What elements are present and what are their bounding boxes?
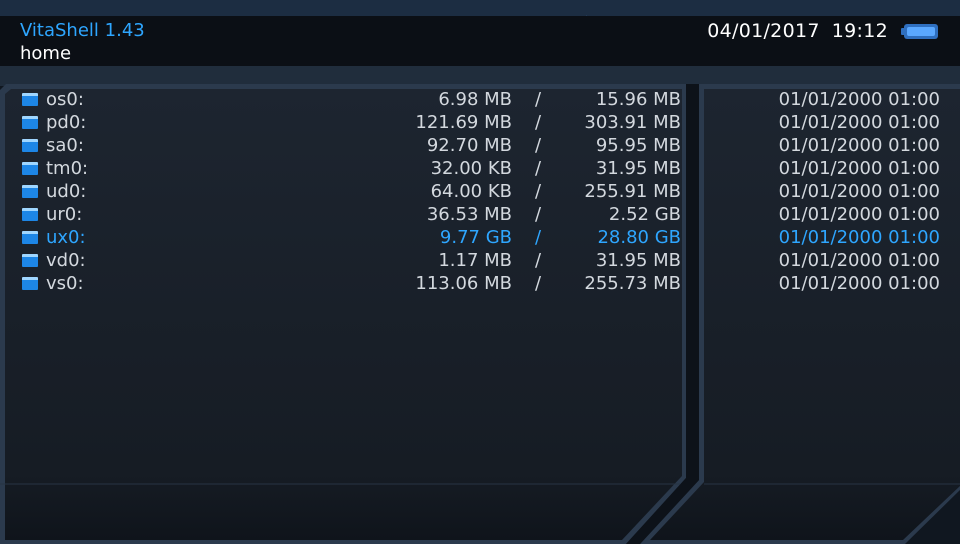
file-row[interactable]: vd0: 1.17 MB / 31.95 MB 01/01/2000 01:00 — [0, 249, 960, 272]
file-date: 01/01/2000 01:00 — [778, 250, 940, 271]
file-name: vs0: — [46, 273, 84, 294]
size-separator: / — [535, 135, 542, 156]
size-separator: / — [535, 158, 542, 179]
file-total-space: 31.95 MB — [595, 158, 681, 179]
file-row[interactable]: tm0: 32.00 KB / 31.95 MB 01/01/2000 01:00 — [0, 157, 960, 180]
size-separator: / — [535, 250, 542, 271]
battery-level — [907, 27, 935, 36]
size-separator: / — [535, 273, 542, 294]
file-free-space: 92.70 MB — [426, 135, 512, 156]
file-total-space: 303.91 MB — [584, 112, 681, 133]
file-free-space: 9.77 GB — [439, 227, 512, 248]
size-separator: / — [535, 204, 542, 225]
folder-icon — [22, 162, 38, 175]
file-total-space: 28.80 GB — [597, 227, 681, 248]
file-row[interactable]: os0: 6.98 MB / 15.96 MB 01/01/2000 01:00 — [0, 88, 960, 111]
file-row[interactable]: ud0: 64.00 KB / 255.91 MB 01/01/2000 01:00 — [0, 180, 960, 203]
file-total-space: 2.52 GB — [608, 204, 681, 225]
file-free-space: 1.17 MB — [438, 250, 512, 271]
file-date: 01/01/2000 01:00 — [778, 273, 940, 294]
app-title: VitaShell 1.43 — [20, 20, 145, 41]
file-name: ux0: — [46, 227, 86, 248]
file-name: ud0: — [46, 181, 87, 202]
file-free-space: 121.69 MB — [415, 112, 512, 133]
file-date: 01/01/2000 01:00 — [778, 181, 940, 202]
folder-icon — [22, 277, 38, 290]
file-name: sa0: — [46, 135, 84, 156]
file-name: pd0: — [46, 112, 87, 133]
folder-icon — [22, 185, 38, 198]
folder-icon — [22, 116, 38, 129]
file-date: 01/01/2000 01:00 — [778, 135, 940, 156]
file-name: tm0: — [46, 158, 89, 179]
status-time: 19:12 — [831, 20, 888, 42]
folder-icon — [22, 254, 38, 267]
file-row[interactable]: vs0: 113.06 MB / 255.73 MB 01/01/2000 01:00 — [0, 272, 960, 295]
current-path: home — [20, 43, 72, 64]
status-clock: 04/01/2017 19:12 — [707, 20, 888, 42]
file-total-space: 31.95 MB — [595, 250, 681, 271]
file-total-space: 255.91 MB — [584, 181, 681, 202]
file-free-space: 64.00 KB — [430, 181, 512, 202]
file-total-space: 15.96 MB — [595, 89, 681, 110]
file-date: 01/01/2000 01:00 — [778, 89, 940, 110]
file-date: 01/01/2000 01:00 — [778, 204, 940, 225]
file-total-space: 255.73 MB — [584, 273, 681, 294]
file-name: ur0: — [46, 204, 83, 225]
file-name: os0: — [46, 89, 84, 110]
size-separator: / — [535, 227, 542, 248]
folder-icon — [22, 93, 38, 106]
file-free-space: 113.06 MB — [415, 273, 512, 294]
file-row[interactable]: pd0: 121.69 MB / 303.91 MB 01/01/2000 01:00 — [0, 111, 960, 134]
file-date: 01/01/2000 01:00 — [778, 227, 940, 248]
folder-icon — [22, 231, 38, 244]
file-free-space: 32.00 KB — [430, 158, 512, 179]
file-free-space: 6.98 MB — [438, 89, 512, 110]
file-list: os0: 6.98 MB/15.96 MB 01/01/2000 01:00 pd0:… — [0, 88, 960, 295]
battery-icon — [901, 24, 938, 39]
size-separator: / — [535, 89, 542, 110]
file-free-space: 36.53 MB — [426, 204, 512, 225]
file-name: vd0: — [46, 250, 86, 271]
file-date: 01/01/2000 01:00 — [778, 158, 940, 179]
size-separator: / — [535, 181, 542, 202]
file-row[interactable]: sa0: 92.70 MB / 95.95 MB 01/01/2000 01:00 — [0, 134, 960, 157]
folder-icon — [22, 139, 38, 152]
folder-icon — [22, 208, 38, 221]
size-separator: / — [535, 112, 542, 133]
file-row[interactable]: ux0: 9.77 GB / 28.80 GB 01/01/2000 01:00 — [0, 226, 960, 249]
status-date: 04/01/2017 — [707, 20, 820, 42]
file-row[interactable]: ur0: 36.53 MB / 2.52 GB 01/01/2000 01:00 — [0, 203, 960, 226]
file-date: 01/01/2000 01:00 — [778, 112, 940, 133]
file-total-space: 95.95 MB — [595, 135, 681, 156]
